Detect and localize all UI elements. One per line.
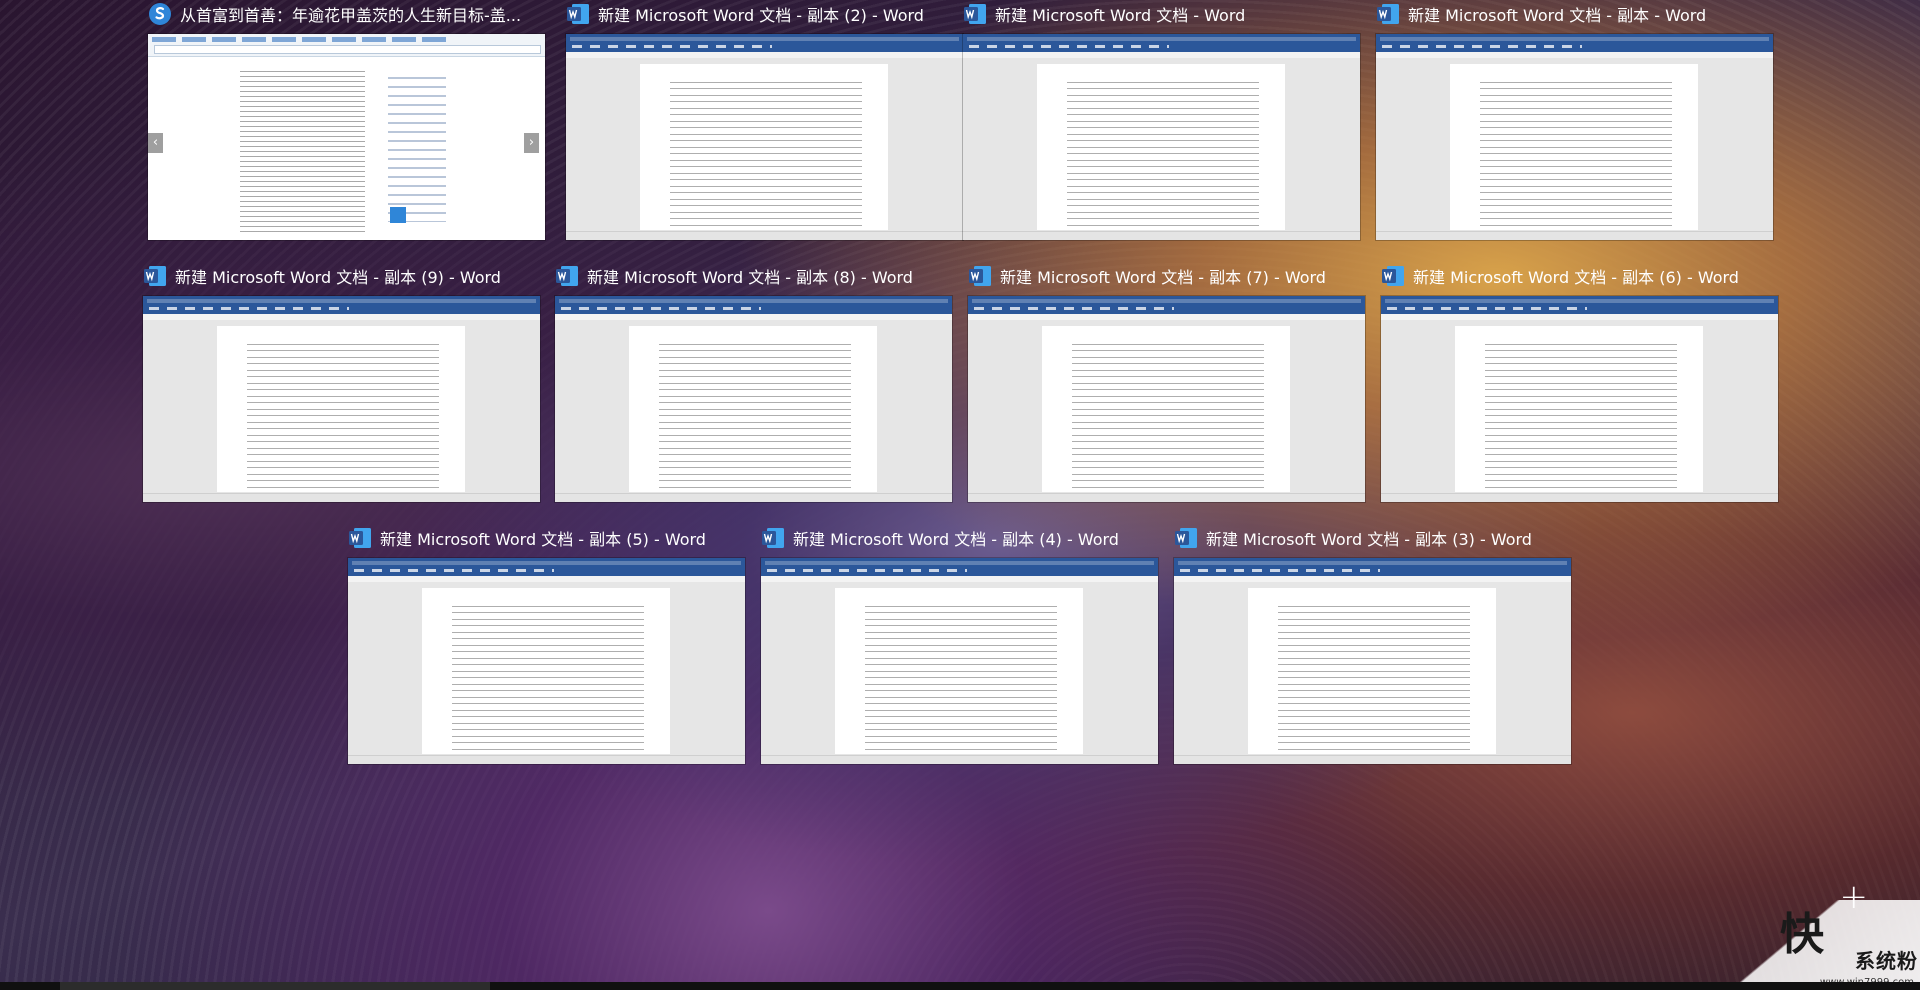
window-thumbnail-word[interactable]: 新建 Microsoft Word 文档 - 副本 (8) - Word	[555, 262, 952, 502]
window-preview[interactable]	[348, 558, 745, 764]
document-page	[422, 588, 670, 754]
word-ribbon	[566, 34, 963, 58]
status-bar	[963, 231, 1360, 240]
window-header: 新建 Microsoft Word 文档 - 副本 (2) - Word	[566, 0, 963, 28]
status-bar	[143, 493, 540, 502]
window-header: 新建 Microsoft Word 文档 - 副本 (3) - Word	[1174, 524, 1571, 552]
window-preview[interactable]	[555, 296, 952, 502]
window-preview[interactable]: ‹ ›	[148, 34, 545, 240]
word-icon	[348, 526, 372, 550]
window-thumbnail-word[interactable]: 新建 Microsoft Word 文档 - 副本 (5) - Word	[348, 524, 745, 764]
window-title: 新建 Microsoft Word 文档 - 副本 (2) - Word	[598, 6, 924, 25]
window-thumbnail-word[interactable]: 新建 Microsoft Word 文档 - 副本 (4) - Word	[761, 524, 1158, 764]
window-header: 新建 Microsoft Word 文档 - 副本 (8) - Word	[555, 262, 952, 290]
window-header: 新建 Microsoft Word 文档 - Word	[963, 0, 1360, 28]
status-bar	[348, 755, 745, 764]
window-thumbnail-word[interactable]: 新建 Microsoft Word 文档 - 副本 (3) - Word	[1174, 524, 1571, 764]
word-icon	[761, 526, 785, 550]
chevron-left-icon[interactable]: ‹	[148, 133, 163, 153]
window-thumbnail-word[interactable]: 新建 Microsoft Word 文档 - 副本 (7) - Word	[968, 262, 1365, 502]
watermark-text: 系统粉	[1855, 949, 1918, 973]
window-title: 新建 Microsoft Word 文档 - 副本 (3) - Word	[1206, 530, 1532, 549]
document-page	[835, 588, 1083, 754]
window-title: 新建 Microsoft Word 文档 - 副本 (9) - Word	[175, 268, 501, 287]
window-header: 新建 Microsoft Word 文档 - 副本 (9) - Word	[143, 262, 540, 290]
document-page	[1455, 326, 1703, 492]
word-ribbon	[348, 558, 745, 582]
window-header: 新建 Microsoft Word 文档 - 副本 (6) - Word	[1381, 262, 1778, 290]
window-header: 新建 Microsoft Word 文档 - 副本 - Word	[1376, 0, 1773, 28]
document-page	[1248, 588, 1496, 754]
window-header: 新建 Microsoft Word 文档 - 副本 (7) - Word	[968, 262, 1365, 290]
window-title: 新建 Microsoft Word 文档 - Word	[995, 6, 1246, 25]
word-icon	[963, 2, 987, 26]
word-ribbon	[968, 296, 1365, 320]
word-ribbon	[1174, 558, 1571, 582]
word-ribbon	[1376, 34, 1773, 58]
window-preview[interactable]	[143, 296, 540, 502]
document-page	[640, 64, 888, 230]
word-ribbon	[143, 296, 540, 320]
window-thumbnail-word[interactable]: 新建 Microsoft Word 文档 - 副本 - Word	[1376, 0, 1773, 240]
word-ribbon	[963, 34, 1360, 58]
window-title: 新建 Microsoft Word 文档 - 副本 (5) - Word	[380, 530, 706, 549]
window-preview[interactable]	[566, 34, 963, 240]
status-bar	[1174, 755, 1571, 764]
window-preview[interactable]	[963, 34, 1360, 240]
chevron-right-icon[interactable]: ›	[524, 133, 539, 153]
window-thumbnail-word[interactable]: 新建 Microsoft Word 文档 - 副本 (9) - Word	[143, 262, 540, 502]
status-bar	[761, 755, 1158, 764]
watermark: 快 系统粉 www.win7999.com	[1710, 900, 1920, 990]
watermark-brand-char: 快	[1780, 909, 1824, 960]
document-page	[1042, 326, 1290, 492]
window-preview[interactable]	[1174, 558, 1571, 764]
window-thumbnail-word[interactable]: 新建 Microsoft Word 文档 - 副本 (6) - Word	[1381, 262, 1778, 502]
word-ribbon	[761, 558, 1158, 582]
word-icon	[968, 264, 992, 288]
window-preview[interactable]	[968, 296, 1365, 502]
window-title: 新建 Microsoft Word 文档 - 副本 (7) - Word	[1000, 268, 1326, 287]
word-icon	[1376, 2, 1400, 26]
document-page	[1037, 64, 1285, 230]
window-title: 新建 Microsoft Word 文档 - 副本 (4) - Word	[793, 530, 1119, 549]
new-desktop-button[interactable]: +	[1840, 880, 1869, 914]
status-bar	[1376, 231, 1773, 240]
document-page	[217, 326, 465, 492]
word-icon	[1174, 526, 1198, 550]
word-icon	[1381, 264, 1405, 288]
word-icon	[566, 2, 590, 26]
window-header: 新建 Microsoft Word 文档 - 副本 (4) - Word	[761, 524, 1158, 552]
browser-toolbar	[148, 34, 545, 57]
window-header: 新建 Microsoft Word 文档 - 副本 (5) - Word	[348, 524, 745, 552]
taskbar	[0, 982, 1920, 990]
status-bar	[566, 231, 963, 240]
document-page	[629, 326, 877, 492]
window-thumbnail-browser[interactable]: 从首富到首善：年逾花甲盖茨的人生新目标-盖... ‹ ›	[148, 0, 545, 240]
window-thumbnail-word[interactable]: 新建 Microsoft Word 文档 - Word	[963, 0, 1360, 240]
word-ribbon	[1381, 296, 1778, 320]
browser-icon	[148, 2, 172, 26]
word-icon	[555, 264, 579, 288]
browser-page	[148, 57, 545, 240]
window-title: 新建 Microsoft Word 文档 - 副本 - Word	[1408, 6, 1707, 25]
window-thumbnail-word[interactable]: 新建 Microsoft Word 文档 - 副本 (2) - Word	[566, 0, 963, 240]
window-preview[interactable]	[1376, 34, 1773, 240]
window-title: 新建 Microsoft Word 文档 - 副本 (6) - Word	[1413, 268, 1739, 287]
window-title: 新建 Microsoft Word 文档 - 副本 (8) - Word	[587, 268, 913, 287]
word-icon	[143, 264, 167, 288]
window-preview[interactable]	[1381, 296, 1778, 502]
status-bar	[1381, 493, 1778, 502]
window-preview[interactable]	[761, 558, 1158, 764]
window-header: 从首富到首善：年逾花甲盖茨的人生新目标-盖...	[148, 0, 545, 28]
word-ribbon	[555, 296, 952, 320]
status-bar	[555, 493, 952, 502]
document-page	[1450, 64, 1698, 230]
status-bar	[968, 493, 1365, 502]
window-title: 从首富到首善：年逾花甲盖茨的人生新目标-盖...	[180, 6, 522, 25]
